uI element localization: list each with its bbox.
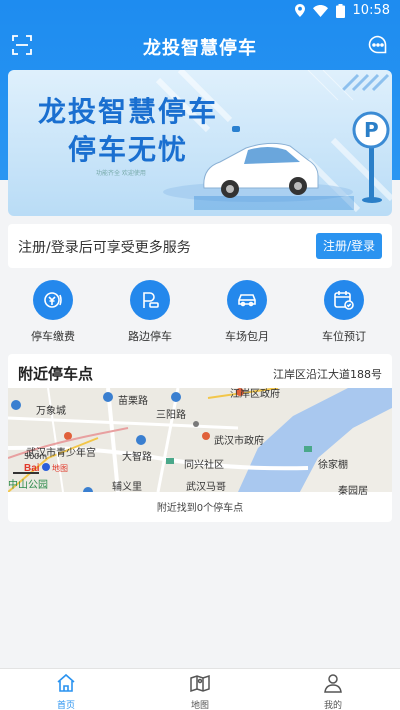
- service-space-booking[interactable]: 车位预订: [299, 280, 389, 344]
- baidu-logo-icon: Bai 地图: [24, 463, 68, 473]
- service-label: 车位预订: [322, 330, 366, 343]
- banner-subheadline: 停车无忧: [68, 133, 189, 166]
- nav-map[interactable]: 地图: [160, 673, 240, 710]
- register-login-button[interactable]: 注册/登录: [316, 233, 382, 259]
- car-icon: [227, 280, 267, 320]
- status-time: 10:58: [352, 3, 390, 18]
- service-label: 车场包月: [225, 330, 269, 343]
- map-label: 同兴社区: [184, 460, 224, 471]
- banner-caption: 功能齐全 欢迎使用: [96, 170, 146, 177]
- service-grid: 停车缴费 路边停车 车场包月 车位预订: [0, 280, 400, 346]
- nav-label: 我的: [323, 701, 342, 710]
- map-icon: [190, 674, 210, 693]
- service-label: 停车缴费: [31, 330, 75, 343]
- page-title: 龙投智慧停车: [143, 38, 257, 59]
- map-label: 万象城: [36, 406, 66, 417]
- yuan-coin-icon: [33, 280, 73, 320]
- svg-text:Bai: Bai: [24, 463, 40, 473]
- wifi-icon: [312, 4, 328, 17]
- svg-text:地图: 地图: [52, 463, 68, 473]
- map-label: 中山公园: [8, 480, 48, 491]
- status-bar: 10:58: [0, 0, 400, 22]
- nearby-result: 附近找到0个停车点: [156, 503, 244, 514]
- map-label: 江岸区政府: [230, 389, 280, 400]
- promo-banner[interactable]: P 龙投智慧停车 停车无忧 功能齐全 欢迎使用: [8, 70, 392, 216]
- service-monthly-parking[interactable]: 车场包月: [202, 280, 292, 344]
- nav-home[interactable]: 首页: [26, 673, 106, 710]
- map-label: 武汉市政府: [214, 436, 264, 447]
- user-icon: [324, 674, 342, 693]
- map-label: 徐家棚: [318, 460, 348, 471]
- banner-headline: 龙投智慧停车: [38, 95, 219, 128]
- roadside-parking-icon: [130, 280, 170, 320]
- nav-label: 地图: [190, 701, 209, 710]
- map-label: 武汉马哥: [186, 482, 226, 493]
- home-icon: [57, 673, 75, 692]
- map-label: 辅义里: [112, 482, 142, 493]
- more-icon[interactable]: [368, 35, 388, 55]
- calendar-check-icon: [324, 280, 364, 320]
- location-icon: [294, 4, 305, 17]
- nearby-title: 附近停车点: [18, 365, 94, 383]
- bottom-nav: 首页 地图 我的: [0, 668, 400, 710]
- service-roadside-parking[interactable]: 路边停车: [105, 280, 195, 344]
- map-scale: 500m: [24, 452, 48, 461]
- svg-text:P: P: [364, 118, 379, 142]
- map-label: 大智路: [122, 452, 152, 463]
- map-label: 三阳路: [156, 410, 186, 421]
- battery-icon: [335, 3, 345, 18]
- current-address[interactable]: 江岸区沿江大道188号: [273, 366, 382, 382]
- nav-profile[interactable]: 我的: [293, 673, 373, 710]
- nearby-parking-card: 附近停车点 江岸区沿江大道188号 苗栗路 万象城 三阳路 江岸区政府 武汉市政…: [8, 354, 392, 522]
- title-bar: 龙投智慧停车: [0, 22, 400, 68]
- login-card: 注册/登录后可享受更多服务 注册/登录: [8, 224, 392, 268]
- service-parking-payment[interactable]: 停车缴费: [8, 280, 98, 344]
- login-prompt: 注册/登录后可享受更多服务: [18, 240, 191, 256]
- map-label: 秦园居: [338, 486, 368, 497]
- service-label: 路边停车: [128, 330, 172, 343]
- nav-label: 首页: [56, 701, 75, 710]
- map-label: 苗栗路: [118, 396, 148, 407]
- map-view[interactable]: 苗栗路 万象城 三阳路 江岸区政府 武汉市政府 武汉市青少年宫 大智路 同兴社区…: [8, 388, 392, 497]
